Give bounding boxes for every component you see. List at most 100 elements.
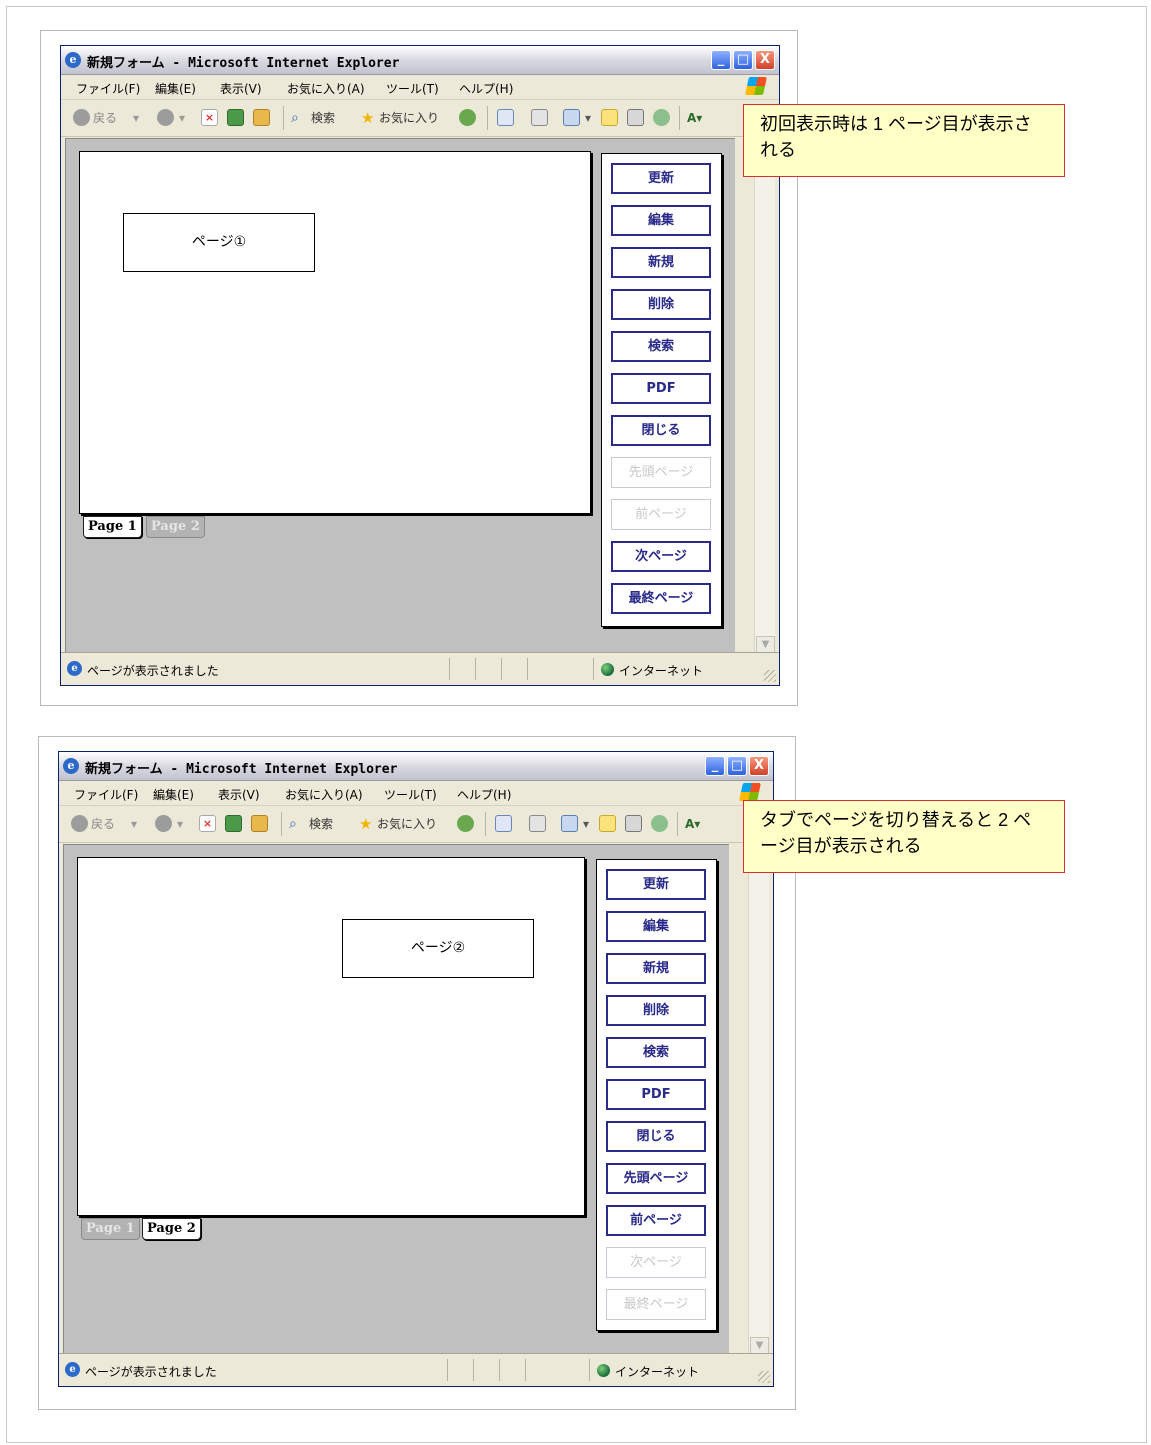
back-dropdown-icon[interactable]: ▾	[131, 814, 137, 834]
toolbar-separator	[679, 106, 680, 130]
pdf-button[interactable]: PDF	[611, 373, 711, 404]
stop-icon[interactable]: ×	[199, 815, 216, 832]
last-page-button[interactable]: 最終ページ	[611, 583, 711, 614]
forward-arrow-icon[interactable]	[155, 815, 172, 832]
close-button[interactable]: X	[749, 756, 769, 776]
home-icon[interactable]	[253, 109, 270, 126]
encoding-icon[interactable]: A▾	[685, 814, 700, 834]
refresh-icon[interactable]	[227, 109, 244, 126]
forward-dropdown-icon[interactable]: ▾	[179, 108, 185, 128]
title-bar: e 新規フォーム - Microsoft Internet Explorer _…	[59, 752, 773, 781]
favorites-button-label[interactable]: お気に入り	[377, 814, 437, 834]
search-button[interactable]: 検索	[611, 331, 711, 362]
menu-favorites[interactable]: お気に入り(A)	[285, 786, 363, 803]
discuss-icon[interactable]	[601, 109, 618, 126]
edit-dropdown-icon[interactable]: ▾	[585, 108, 591, 128]
menu-tools[interactable]: ツール(T)	[384, 786, 437, 803]
page-done-icon: e	[65, 1362, 80, 1377]
back-arrow-icon[interactable]	[71, 815, 88, 832]
search-icon[interactable]: ⌕	[289, 814, 297, 834]
discuss-icon[interactable]	[599, 815, 616, 832]
prev-page-button[interactable]: 前ページ	[606, 1205, 706, 1236]
menu-help[interactable]: ヘルプ(H)	[457, 786, 511, 803]
search-button-label[interactable]: 検索	[311, 108, 335, 128]
menu-favorites[interactable]: お気に入り(A)	[287, 80, 365, 97]
button-panel: 更新 編集 新規 削除 検索 PDF 閉じる 先頭ページ 前ページ 次ページ 最…	[601, 153, 722, 627]
delete-button[interactable]: 削除	[611, 289, 711, 320]
menu-view[interactable]: 表示(V)	[218, 786, 260, 803]
refresh-button[interactable]: 更新	[606, 869, 706, 900]
page-content: ページ① Page 1 Page 2 更新 編集 新規 削除 検索 PDF 閉じ…	[65, 138, 735, 654]
favorites-button-label[interactable]: お気に入り	[379, 108, 439, 128]
research-icon[interactable]	[625, 815, 642, 832]
print-icon[interactable]	[531, 109, 548, 126]
refresh-icon[interactable]	[225, 815, 242, 832]
toolbar-separator	[281, 812, 282, 836]
first-page-button[interactable]: 先頭ページ	[606, 1163, 706, 1194]
home-icon[interactable]	[251, 815, 268, 832]
edit-button[interactable]: 編集	[606, 911, 706, 942]
edit-icon[interactable]	[563, 109, 580, 126]
menu-file[interactable]: ファイル(F)	[76, 80, 140, 97]
new-button[interactable]: 新規	[606, 953, 706, 984]
messenger-icon[interactable]	[653, 109, 670, 126]
menu-bar: ファイル(F) 編集(E) 表示(V) お気に入り(A) ツール(T) ヘルプ(…	[59, 781, 773, 806]
menu-tools[interactable]: ツール(T)	[386, 80, 439, 97]
edit-icon[interactable]	[561, 815, 578, 832]
back-button-label[interactable]: 戻る	[93, 108, 117, 128]
tab-page-2[interactable]: Page 2	[146, 516, 205, 538]
maximize-button[interactable]: □	[733, 50, 753, 70]
search-icon[interactable]: ⌕	[291, 108, 299, 128]
status-divider	[447, 1359, 448, 1381]
back-arrow-icon[interactable]	[73, 109, 90, 126]
menu-file[interactable]: ファイル(F)	[74, 786, 138, 803]
history-icon[interactable]	[459, 109, 476, 126]
stop-icon[interactable]: ×	[201, 109, 218, 126]
toolbar-separator	[487, 106, 488, 130]
resize-grip-icon[interactable]	[764, 670, 776, 682]
delete-button[interactable]: 削除	[606, 995, 706, 1026]
resize-grip-icon[interactable]	[758, 1371, 770, 1383]
close-button[interactable]: X	[755, 50, 775, 70]
menu-edit[interactable]: 編集(E)	[153, 786, 194, 803]
next-page-button[interactable]: 次ページ	[611, 541, 711, 572]
encoding-icon[interactable]: A▾	[687, 108, 702, 128]
status-text: ページが表示されました	[87, 664, 219, 678]
vertical-scrollbar[interactable]: ▼	[748, 844, 769, 1355]
menu-help[interactable]: ヘルプ(H)	[459, 80, 513, 97]
tab-page-1[interactable]: Page 1	[83, 516, 142, 538]
close-form-button[interactable]: 閉じる	[611, 415, 711, 446]
search-button-label[interactable]: 検索	[309, 814, 333, 834]
maximize-button[interactable]: □	[727, 756, 747, 776]
mail-icon[interactable]	[497, 109, 514, 126]
refresh-button[interactable]: 更新	[611, 163, 711, 194]
minimize-button[interactable]: _	[705, 756, 725, 776]
menu-edit[interactable]: 編集(E)	[155, 80, 196, 97]
search-button[interactable]: 検索	[606, 1037, 706, 1068]
menu-view[interactable]: 表示(V)	[220, 80, 262, 97]
pdf-button[interactable]: PDF	[606, 1079, 706, 1110]
close-form-button[interactable]: 閉じる	[606, 1121, 706, 1152]
favorites-star-icon[interactable]: ★	[361, 108, 374, 128]
print-icon[interactable]	[529, 815, 546, 832]
last-page-button: 最終ページ	[606, 1289, 706, 1320]
vertical-scrollbar[interactable]: ▼	[754, 138, 775, 654]
forward-dropdown-icon[interactable]: ▾	[177, 814, 183, 834]
tab-page-1[interactable]: Page 1	[81, 1218, 140, 1240]
security-zone: インターネット	[619, 664, 704, 678]
back-button-label[interactable]: 戻る	[91, 814, 115, 834]
history-icon[interactable]	[457, 815, 474, 832]
favorites-star-icon[interactable]: ★	[359, 814, 372, 834]
mail-icon[interactable]	[495, 815, 512, 832]
forward-arrow-icon[interactable]	[157, 109, 174, 126]
title-bar: e 新規フォーム - Microsoft Internet Explorer _…	[61, 46, 779, 75]
messenger-icon[interactable]	[651, 815, 668, 832]
edit-dropdown-icon[interactable]: ▾	[583, 814, 589, 834]
back-dropdown-icon[interactable]: ▾	[133, 108, 139, 128]
edit-button[interactable]: 編集	[611, 205, 711, 236]
new-button[interactable]: 新規	[611, 247, 711, 278]
tab-page-2[interactable]: Page 2	[142, 1218, 201, 1240]
research-icon[interactable]	[627, 109, 644, 126]
minimize-button[interactable]: _	[711, 50, 731, 70]
menu-bar: ファイル(F) 編集(E) 表示(V) お気に入り(A) ツール(T) ヘルプ(…	[61, 75, 779, 100]
